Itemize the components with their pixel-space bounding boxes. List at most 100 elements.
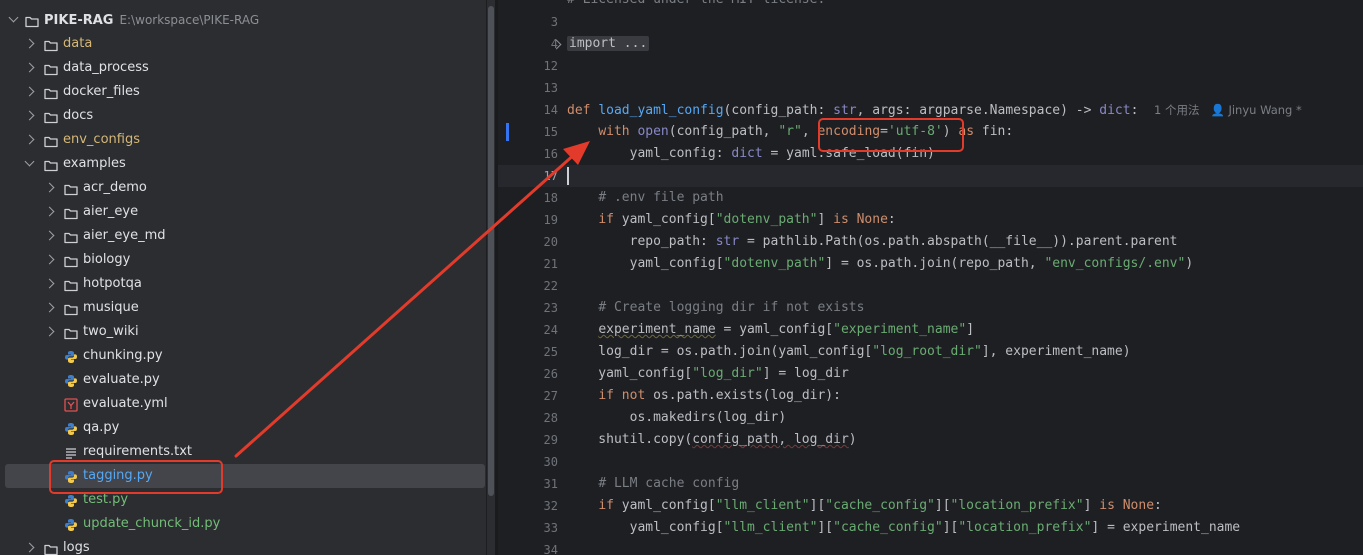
tree-item-aier-eye-md[interactable]: aier_eye_md [0, 224, 486, 248]
tree-item-label: data [63, 36, 93, 51]
line-number: 13 [543, 81, 558, 95]
code-line[interactable]: 31 # LLM cache config [498, 473, 1363, 495]
code-line[interactable]: 3 [498, 11, 1363, 33]
code-line[interactable]: 32 if yaml_config["llm_client"]["cache_c… [498, 495, 1363, 517]
line-number: 17 [543, 169, 558, 183]
tree-item-label: acr_demo [83, 180, 147, 195]
code-text: log_dir = os.path.join(yaml_config["log_… [567, 344, 1131, 359]
python-file-icon [64, 517, 78, 531]
line-number: 31 [543, 477, 558, 491]
code-line[interactable]: 23 # Create logging dir if not exists [498, 297, 1363, 319]
tree-item-data-process[interactable]: data_process [0, 56, 486, 80]
code-text: os.makedirs(log_dir) [567, 410, 787, 425]
code-line[interactable]: 18 # .env file path [498, 187, 1363, 209]
tree-item-examples[interactable]: examples [0, 152, 486, 176]
code-line[interactable]: 19 if yaml_config["dotenv_path"] is None… [498, 209, 1363, 231]
tree-item-label: evaluate.yml [83, 396, 168, 411]
project-tree-scrollbar[interactable] [487, 0, 495, 555]
code-line[interactable]: 24 experiment_name = yaml_config["experi… [498, 319, 1363, 341]
code-line[interactable]: 4 import ... [498, 33, 1363, 55]
tree-item-data[interactable]: data [0, 32, 486, 56]
code-line[interactable]: 34 [498, 539, 1363, 555]
chevron-down-icon[interactable] [24, 156, 35, 167]
tree-item-label: musique [83, 300, 139, 315]
tree-item-acr-demo[interactable]: acr_demo [0, 176, 486, 200]
tree-item-label: data_process [63, 60, 149, 75]
folder-icon [64, 253, 78, 268]
code-line[interactable]: 26 yaml_config["log_dir"] = log_dir [498, 363, 1363, 385]
code-text: # .env file path [598, 190, 724, 205]
chevron-right-icon[interactable] [24, 62, 35, 73]
tree-item-musique[interactable]: musique [0, 296, 486, 320]
line-number: 32 [543, 499, 558, 513]
code-line[interactable]: 17 [498, 165, 1363, 187]
code-line[interactable]: 20 repo_path: str = pathlib.Path(os.path… [498, 231, 1363, 253]
code-editor[interactable]: # Licensed under the MIT license. 3 4impo… [498, 0, 1363, 555]
text-file-icon [64, 445, 78, 459]
tree-item-label: examples [63, 156, 126, 171]
tree-item-evaluate-yml[interactable]: evaluate.yml [0, 392, 486, 416]
scrollbar-thumb[interactable] [488, 6, 494, 496]
tree-item-label: update_chunck_id.py [83, 516, 221, 531]
tree-item-aier-eye[interactable]: aier_eye [0, 200, 486, 224]
code-line[interactable]: 30 [498, 451, 1363, 473]
tree-item-label: docker_files [63, 84, 140, 99]
code-line[interactable]: 12 [498, 55, 1363, 77]
chevron-right-icon[interactable] [44, 326, 55, 337]
folder-icon [44, 37, 58, 52]
code-line[interactable]: 29 shutil.copy(config_path, log_dir) [498, 429, 1363, 451]
line-number: 34 [543, 543, 558, 555]
code-line[interactable]: 28 os.makedirs(log_dir) [498, 407, 1363, 429]
code-line[interactable]: 21 yaml_config["dotenv_path"] = os.path.… [498, 253, 1363, 275]
chevron-right-icon[interactable] [44, 206, 55, 217]
project-name: PIKE-RAG [44, 13, 114, 28]
chevron-right-icon[interactable] [44, 278, 55, 289]
line-number: 28 [543, 411, 558, 425]
tree-item-env-configs[interactable]: env_configs [0, 128, 486, 152]
folder-icon [64, 301, 78, 316]
chevron-right-icon[interactable] [44, 230, 55, 241]
chevron-right-icon[interactable] [44, 254, 55, 265]
tree-item-biology[interactable]: biology [0, 248, 486, 272]
code-line[interactable]: 27 if not os.path.exists(log_dir): [498, 385, 1363, 407]
tree-item-logs[interactable]: logs [0, 536, 486, 555]
python-file-icon [64, 421, 78, 435]
tree-item-label: two_wiki [83, 324, 139, 339]
code-line[interactable]: 13 [498, 77, 1363, 99]
line-number: 30 [543, 455, 558, 469]
chevron-right-icon[interactable] [24, 38, 35, 49]
chevron-right-icon[interactable] [44, 302, 55, 313]
chevron-right-icon[interactable] [24, 86, 35, 97]
chevron-down-icon[interactable] [8, 12, 19, 23]
line-number: 24 [543, 323, 558, 337]
tree-root-pike-rag[interactable]: PIKE-RAG E:\workspace\PIKE-RAG [0, 8, 486, 32]
line-number: 16 [543, 147, 558, 161]
tree-item-docker-files[interactable]: docker_files [0, 80, 486, 104]
chevron-right-icon[interactable] [24, 134, 35, 145]
tree-item-hotpotqa[interactable]: hotpotqa [0, 272, 486, 296]
chevron-right-icon[interactable] [24, 542, 35, 553]
tree-item-chunking-py[interactable]: chunking.py [0, 344, 486, 368]
code-text: # Create logging dir if not exists [598, 300, 865, 315]
code-line[interactable]: 33 yaml_config["llm_client"]["cache_conf… [498, 517, 1363, 539]
code-line-partial[interactable]: # Licensed under the MIT license. [498, 0, 1363, 11]
code-line[interactable]: 25 log_dir = os.path.join(yaml_config["l… [498, 341, 1363, 363]
code-text: yaml_config["log_dir"] = log_dir [567, 366, 849, 381]
tree-item-docs[interactable]: docs [0, 104, 486, 128]
tree-item-qa-py[interactable]: qa.py [0, 416, 486, 440]
line-number: 25 [543, 345, 558, 359]
line-number: 3 [550, 15, 558, 29]
tree-item-update-chunck-id-py[interactable]: update_chunck_id.py [0, 512, 486, 536]
code-line[interactable]: 22 [498, 275, 1363, 297]
tree-item-label: qa.py [83, 420, 120, 435]
line-number: 19 [543, 213, 558, 227]
tree-item-two-wiki[interactable]: two_wiki [0, 320, 486, 344]
folder-icon [25, 13, 39, 28]
chevron-right-icon[interactable] [44, 182, 55, 193]
chevron-right-icon[interactable] [24, 110, 35, 121]
tree-item-evaluate-py[interactable]: evaluate.py [0, 368, 486, 392]
code-text: # LLM cache config [598, 476, 740, 491]
line-number: 20 [543, 235, 558, 249]
code-text: if yaml_config["llm_client"]["cache_conf… [598, 498, 1162, 513]
tree-item-label: docs [63, 108, 94, 123]
